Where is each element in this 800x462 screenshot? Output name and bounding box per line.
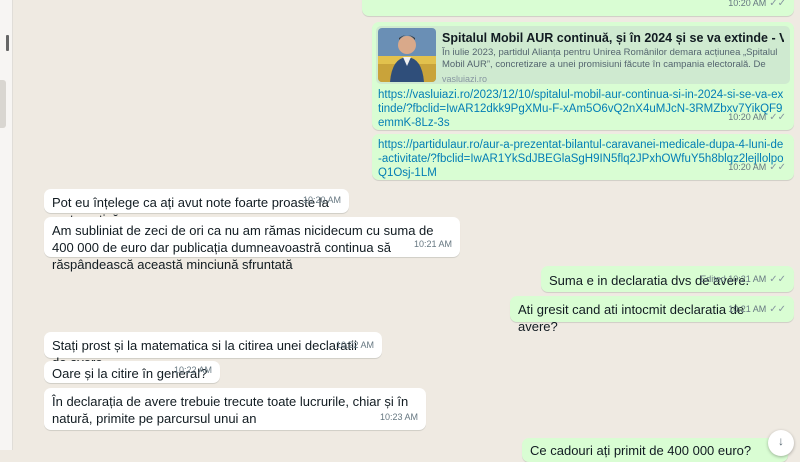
message-meta: 10:21 AM ✓✓	[728, 304, 786, 315]
message-incoming[interactable]: În declarația de avere trebuie trecute t…	[44, 388, 426, 430]
scroll-to-bottom-button[interactable]: ↓	[768, 430, 794, 456]
message-incoming[interactable]: Am subliniat de zeci de ori ca nu am răm…	[44, 217, 460, 272]
preview-thumbnail	[378, 28, 436, 82]
message-time: 10:22 AM	[335, 340, 374, 350]
message-meta: 10:20 AM ✓✓	[728, 162, 786, 173]
double-check-icon: ✓✓	[769, 304, 786, 315]
message-outgoing[interactable]: 10:20 AM ✓✓	[362, 0, 794, 16]
message-outgoing-link-preview[interactable]: Spitalul Mobil AUR continuă, și în 2024 …	[372, 22, 794, 130]
preview-title: Spitalul Mobil AUR continuă, și în 2024 …	[442, 31, 784, 45]
preview-domain: vasluiazi.ro	[442, 74, 488, 84]
message-outgoing[interactable]: Ati gresit cand ati intocmit declaratia …	[510, 296, 794, 334]
message-time: 10:23 AM	[379, 412, 418, 422]
preview-description: În iulie 2023, partidul Alianța pentru U…	[442, 47, 778, 70]
message-text: Ce cadouri ați primit de 400 000 euro?	[530, 443, 752, 458]
left-panel-edge	[0, 0, 13, 450]
message-time: 10:22 AM	[173, 365, 212, 375]
message-link[interactable]: https://vasluiazi.ro/2023/12/10/spitalul…	[378, 88, 786, 130]
message-outgoing[interactable]: Suma e in declaratia dvs de avere. Edite…	[541, 266, 794, 292]
message-time: 10:20 AM	[302, 195, 341, 205]
message-link[interactable]: https://partidulaur.ro/aur-a-prezentat-b…	[378, 138, 786, 180]
message-incoming[interactable]: Pot eu înțelege ca ați avut note foarte …	[44, 189, 349, 227]
message-incoming[interactable]: Oare și la citire în general? 10:22 AM	[44, 361, 220, 383]
message-outgoing-link[interactable]: https://partidulaur.ro/aur-a-prezentat-b…	[372, 134, 794, 180]
double-check-icon: ✓✓	[769, 112, 786, 123]
scroll-marker	[6, 35, 9, 51]
link-preview-card[interactable]: Spitalul Mobil AUR continuă, și în 2024 …	[376, 26, 790, 84]
message-outgoing[interactable]: Ce cadouri ați primit de 400 000 euro?	[522, 438, 788, 462]
double-check-icon: ✓✓	[769, 162, 786, 173]
message-meta: Edited 10:21 AM ✓✓	[700, 274, 786, 285]
message-text: În declarația de avere trebuie trecute t…	[52, 394, 409, 426]
double-check-icon: ✓✓	[769, 274, 786, 285]
message-time: 10:21 AM	[413, 239, 452, 249]
message-meta: 10:20 AM ✓✓	[728, 112, 786, 123]
double-check-icon: ✓✓	[769, 0, 786, 9]
chevron-down-icon: ↓	[778, 434, 784, 448]
message-incoming[interactable]: Stați prost și la matematica si la citir…	[44, 332, 382, 370]
panel-resize-handle[interactable]	[0, 80, 6, 128]
message-text: Am subliniat de zeci de ori ca nu am răm…	[52, 223, 434, 272]
message-meta: 10:20 AM ✓✓	[728, 0, 786, 9]
